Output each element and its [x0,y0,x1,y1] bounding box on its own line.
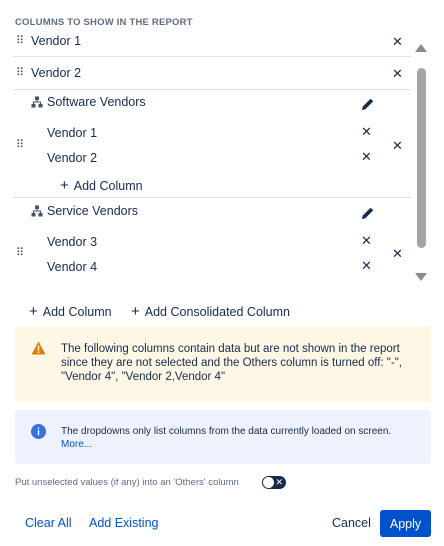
warning-text: The following columns contain data but a… [61,343,402,383]
others-toggle[interactable]: ✕ [262,476,286,489]
info-message: The dropdowns only list columns from the… [15,410,431,464]
column-group-service-vendors[interactable]: ⠿ Service Vendors Vendor 3 ✕ ✕ Vendor 4 … [13,198,411,288]
remove-group-button[interactable]: ✕ [392,138,403,154]
drag-handle-icon[interactable]: ⠿ [16,138,24,151]
pencil-icon[interactable] [361,97,375,111]
group-add-column-button[interactable]: + Add Column [60,177,143,194]
remove-item-button[interactable]: ✕ [361,149,372,165]
more-link[interactable]: More... [61,439,92,450]
scrollbar-thumb[interactable] [417,68,426,248]
add-column-label: Add Column [42,304,112,319]
remove-item-button[interactable]: ✕ [361,124,372,140]
column-label: Vendor 1 [31,34,82,48]
remove-item-button[interactable]: ✕ [361,233,372,249]
remove-column-button[interactable]: ✕ [392,34,403,50]
remove-item-button[interactable]: ✕ [361,258,372,274]
group-item-label: Vendor 3 [47,235,98,249]
clear-all-button[interactable]: Clear All [25,516,72,530]
toggle-off-icon: ✕ [275,477,283,487]
columns-list[interactable]: ⠿ Vendor 1 ✕ ⠿ Vendor 2 ✕ ⠿ Software Ven… [13,30,411,290]
group-title: Service Vendors [47,204,139,218]
column-row[interactable]: ⠿ Vendor 2 ✕ [13,62,411,86]
plus-icon: + [60,177,69,194]
group-title: Software Vendors [47,95,146,109]
scroll-up-arrow-icon[interactable] [415,44,427,52]
divider [13,56,411,57]
hierarchy-icon [31,96,43,108]
add-column-button[interactable]: + Add Column [29,303,112,320]
add-consolidated-label: Add Consolidated Column [144,304,290,319]
apply-button[interactable]: Apply [380,510,431,537]
add-column-label: Add Column [73,178,143,193]
remove-group-button[interactable]: ✕ [392,246,403,262]
remove-column-button[interactable]: ✕ [392,66,403,82]
hierarchy-icon [31,205,43,217]
others-toggle-label: Put unselected values (if any) into an '… [15,477,239,488]
column-label: Vendor 2 [31,66,82,80]
group-item-label: Vendor 4 [47,260,98,274]
warning-icon [31,341,46,355]
add-consolidated-column-button[interactable]: + Add Consolidated Column [131,303,290,320]
pencil-icon[interactable] [361,206,375,220]
scroll-down-arrow-icon[interactable] [415,273,427,281]
drag-handle-icon[interactable]: ⠿ [16,34,24,47]
section-title: COLUMNS TO SHOW IN THE REPORT [15,17,193,28]
toggle-knob [263,477,274,488]
plus-icon: + [131,303,140,320]
group-item-label: Vendor 1 [47,126,98,140]
plus-icon: + [29,303,38,320]
add-existing-button[interactable]: Add Existing [89,516,158,530]
drag-handle-icon[interactable]: ⠿ [16,66,24,79]
info-text: The dropdowns only list columns from the… [61,426,392,437]
column-group-software-vendors[interactable]: ⠿ Software Vendors Vendor 1 ✕ ✕ Vendor 2… [13,90,411,197]
info-icon [31,424,46,439]
warning-message: The following columns contain data but a… [15,326,431,402]
cancel-button[interactable]: Cancel [332,516,371,530]
column-row[interactable]: ⠿ Vendor 1 ✕ [13,30,411,54]
drag-handle-icon[interactable]: ⠿ [16,246,24,259]
group-item-label: Vendor 2 [47,151,98,165]
